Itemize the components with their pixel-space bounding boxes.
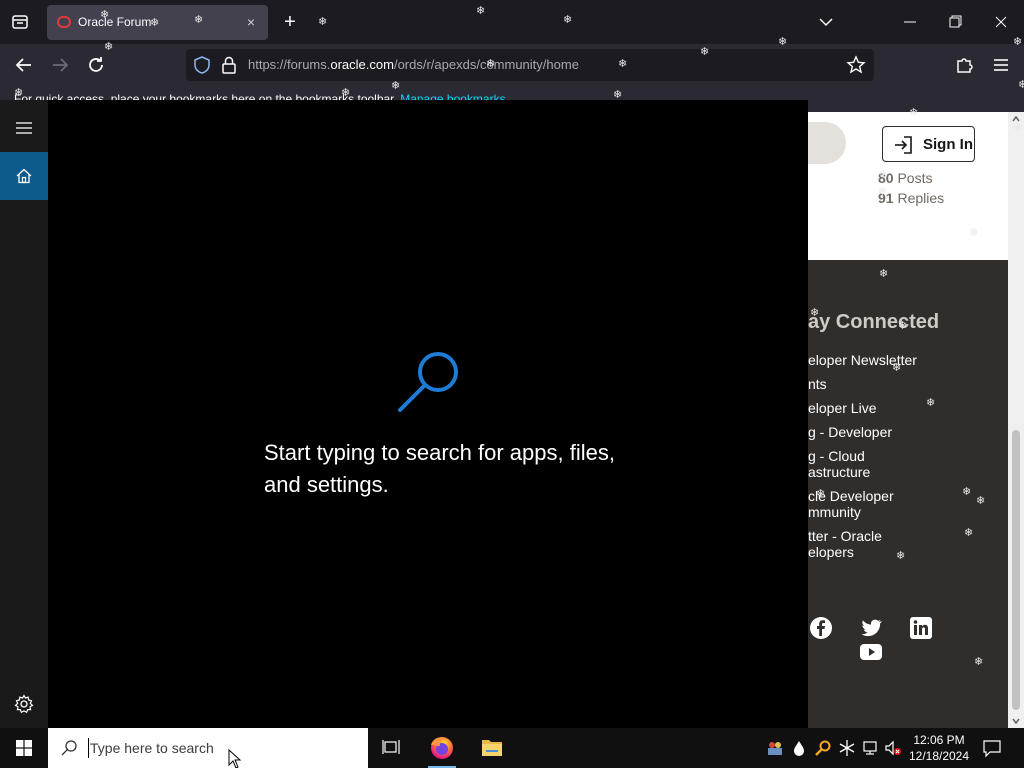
task-view-icon[interactable] xyxy=(368,728,416,768)
close-tab-icon[interactable]: × xyxy=(242,13,260,31)
search-tool-icon[interactable] xyxy=(814,739,832,757)
blog-developer-link[interactable]: g - Developer xyxy=(808,424,998,440)
network-people-icon[interactable] xyxy=(766,739,784,757)
app-menu-icon[interactable] xyxy=(990,54,1012,76)
clock-time: 12:06 PM xyxy=(913,733,965,747)
url-text[interactable]: https://forums.oracle.com/ords/r/apexds/… xyxy=(248,57,579,72)
snowflake-icon[interactable] xyxy=(838,739,856,757)
browser-nav-bar: https://forums.oracle.com/ords/r/apexds/… xyxy=(0,44,1024,86)
clock-date: 12/18/2024 xyxy=(908,749,970,763)
chevron-down-icon[interactable] xyxy=(816,12,836,32)
extensions-puzzle-icon[interactable] xyxy=(954,54,976,76)
scroll-down-icon[interactable] xyxy=(1011,716,1021,726)
events-link[interactable]: nts xyxy=(808,376,998,392)
developer-newsletter-link[interactable]: eloper Newsletter xyxy=(808,352,998,368)
developer-live-link[interactable]: eloper Live xyxy=(808,400,998,416)
system-clock[interactable]: 12:06 PM 12/18/2024 xyxy=(900,732,978,764)
home-button[interactable] xyxy=(0,152,48,200)
search-results-panel: Start typing to search for apps, files, … xyxy=(48,100,808,728)
minimize-window-icon[interactable] xyxy=(900,10,920,34)
home-icon xyxy=(15,167,33,185)
settings-gear-icon[interactable] xyxy=(14,694,34,714)
url-prefix: https://forums. xyxy=(248,57,331,72)
lock-icon[interactable] xyxy=(222,56,236,74)
posts-label: Posts xyxy=(897,170,933,186)
url-domain: oracle.com xyxy=(330,57,394,72)
twitter-oracle-developers-link[interactable]: tter - Oracle elopers xyxy=(808,528,894,560)
blog-cloud-infrastructure-link[interactable]: g - Cloud astructure xyxy=(808,448,880,480)
windows-taskbar: Type here to search 12:06 PM 12/18/2024 xyxy=(0,728,1024,768)
mouse-cursor-icon xyxy=(228,748,242,768)
taskbar-search-box[interactable]: Type here to search xyxy=(48,728,368,768)
desktop-screen: Oracle Forum × + https://forums.oracle.c… xyxy=(0,0,1024,768)
back-arrow-icon[interactable] xyxy=(12,53,36,77)
forward-arrow-icon[interactable] xyxy=(48,53,72,77)
scrollbar-thumb[interactable] xyxy=(1012,430,1020,710)
search-magnifier-icon xyxy=(396,350,460,414)
posts-stat: 80 Posts xyxy=(878,170,932,186)
search-hint-text: Start typing to search for apps, files, … xyxy=(264,440,615,497)
browser-tab-oracle-forum[interactable]: Oracle Forum × xyxy=(47,5,268,40)
oracle-favicon-icon xyxy=(57,16,71,28)
hamburger-menu-icon[interactable] xyxy=(12,118,36,138)
bookmark-star-icon[interactable] xyxy=(846,55,866,75)
sign-in-icon xyxy=(893,135,913,155)
url-path: /ords/r/apexds/community/home xyxy=(393,57,579,72)
file-explorer-icon[interactable] xyxy=(468,728,516,768)
replies-stat: 91 Replies xyxy=(878,190,944,206)
start-menu-rail xyxy=(0,100,48,728)
network-icon[interactable] xyxy=(862,739,880,757)
start-button[interactable] xyxy=(0,728,48,768)
sign-in-label: Sign In xyxy=(923,136,973,153)
reload-icon[interactable] xyxy=(84,53,108,77)
facebook-icon[interactable] xyxy=(809,616,833,640)
restore-window-icon[interactable] xyxy=(945,10,965,34)
search-icon xyxy=(60,739,78,757)
firefox-icon[interactable] xyxy=(418,728,466,768)
page-scrollbar[interactable] xyxy=(1008,112,1024,728)
linkedin-icon[interactable] xyxy=(909,616,933,640)
tab-title: Oracle Forum xyxy=(78,15,152,29)
notification-center-icon[interactable] xyxy=(980,736,1004,760)
replies-count: 91 xyxy=(878,190,894,206)
tab-list-icon[interactable] xyxy=(8,10,32,34)
stay-connected-heading: ay Connected xyxy=(808,311,940,333)
close-window-icon[interactable] xyxy=(990,10,1012,34)
posts-count: 80 xyxy=(878,170,894,186)
new-tab-button[interactable]: + xyxy=(280,12,300,32)
oracle-developer-community-link[interactable]: cle Developer mmunity xyxy=(808,488,904,520)
youtube-icon[interactable] xyxy=(859,640,883,664)
windows-logo-icon xyxy=(16,740,32,756)
sign-in-button[interactable]: Sign In xyxy=(882,126,975,162)
url-bar[interactable]: https://forums.oracle.com/ords/r/apexds/… xyxy=(186,49,874,81)
water-drop-icon[interactable] xyxy=(790,739,808,757)
replies-label: Replies xyxy=(897,190,945,206)
tracking-shield-icon[interactable] xyxy=(194,56,210,74)
twitter-icon[interactable] xyxy=(859,616,883,640)
text-caret xyxy=(88,738,89,758)
browser-tab-bar: Oracle Forum × + xyxy=(0,0,1024,44)
taskbar-search-placeholder: Type here to search xyxy=(90,740,214,756)
scroll-up-icon[interactable] xyxy=(1011,114,1021,124)
